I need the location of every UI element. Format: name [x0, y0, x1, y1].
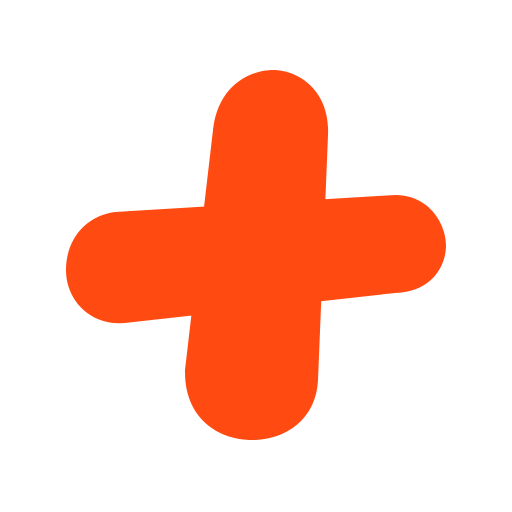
plus-cross-icon [66, 70, 446, 440]
plus-horizontal-bar [66, 195, 446, 324]
plus-shape [66, 70, 446, 440]
icon-canvas [0, 0, 512, 512]
